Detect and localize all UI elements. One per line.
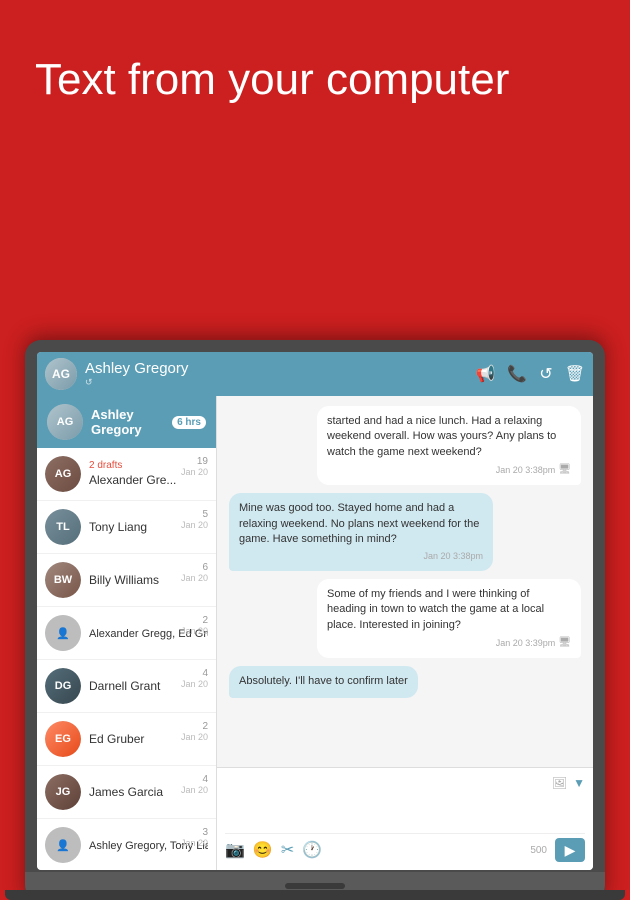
- conv-avatar: DG: [45, 668, 81, 704]
- conversation-item[interactable]: TL Tony Liang 5 Jan 20: [37, 501, 216, 554]
- chat-area: started and had a nice lunch. Had a rela…: [217, 396, 593, 870]
- conv-date: Jan 20: [181, 732, 208, 742]
- conv-meta: 2 Jan 20: [181, 721, 208, 742]
- conv-avatar: EG: [45, 721, 81, 757]
- hero-title: Text from your computer: [35, 55, 595, 106]
- header-name-wrap: Ashley Gregory ↺: [85, 360, 475, 388]
- conversation-item[interactable]: 👤 Alexander Gregg, Ed Gruber 2 Jan 20: [37, 607, 216, 660]
- laptop-mockup: AG Ashley Gregory ↺ 📢 📞 ↺ 🗑: [0, 320, 630, 900]
- attach-row: 🖼 ▼: [225, 776, 585, 794]
- conv-count: 19: [181, 456, 208, 467]
- conversation-item[interactable]: EG Ed Gruber 2 Jan 20: [37, 713, 216, 766]
- app-body: AG Ashley Gregory 6 hrs AG: [37, 396, 593, 870]
- conv-avatar: 👤: [45, 827, 81, 863]
- message-text: Some of my friends and I were thinking o…: [327, 588, 544, 631]
- speaker-icon[interactable]: 📢: [475, 364, 495, 384]
- conversation-item[interactable]: 👤 Ashley Gregory, Tony Liang 3 Jan 20: [37, 819, 216, 870]
- chat-header: AG Ashley Gregory ↺ 📢 📞 ↺ 🗑: [37, 352, 593, 396]
- refresh-icon[interactable]: ↺: [539, 364, 552, 384]
- conv-name: Ed Gruber: [89, 732, 144, 746]
- conv-count: 3: [181, 827, 208, 838]
- conv-meta: 4 Jan 20: [181, 774, 208, 795]
- conv-date: Jan 20: [181, 626, 208, 636]
- laptop-base: [5, 890, 625, 900]
- char-count: 500: [530, 845, 547, 856]
- conv-date: Jan 20: [181, 785, 208, 795]
- header-contact-name: Ashley Gregory: [85, 360, 475, 377]
- message-text: Absolutely. I'll have to confirm later: [239, 675, 408, 687]
- conversations-sidebar: AG Ashley Gregory 6 hrs AG: [37, 396, 217, 870]
- emoji-icon[interactable]: 😊: [253, 840, 273, 860]
- conv-date: Jan 20: [181, 467, 208, 477]
- active-conversation-header[interactable]: AG Ashley Gregory 6 hrs: [37, 396, 216, 448]
- conv-date: Jan 20: [181, 520, 208, 530]
- conv-meta: 19 Jan 20: [181, 456, 208, 477]
- conv-name: Tony Liang: [89, 520, 147, 534]
- conv-meta: 3 Jan 20: [181, 827, 208, 848]
- typing-icons: 📷 😊 ✂ 🕐: [225, 840, 322, 860]
- conv-meta: 6 Jan 20: [181, 562, 208, 583]
- message-time: Jan 20 3:38pm: [239, 550, 483, 563]
- conv-avatar: JG: [45, 774, 81, 810]
- conv-name: Alexander Gre...: [89, 473, 176, 487]
- message-bubble: Absolutely. I'll have to confirm later: [229, 666, 418, 697]
- conversation-item[interactable]: BW Billy Williams 6 Jan 20: [37, 554, 216, 607]
- conversation-item[interactable]: DG Darnell Grant 4 Jan 20: [37, 660, 216, 713]
- active-name: Ashley Gregory: [91, 407, 164, 437]
- conv-name: Billy Williams: [89, 573, 159, 587]
- conv-name: James Garcia: [89, 785, 163, 799]
- message-time: Jan 20 3:38pm 🖥: [327, 463, 571, 477]
- message-input[interactable]: [225, 794, 585, 824]
- active-avatar: AG: [47, 404, 83, 440]
- conv-meta: 4 Jan 20: [181, 668, 208, 689]
- conv-avatar: BW: [45, 562, 81, 598]
- conv-date: Jan 20: [181, 679, 208, 689]
- typing-area: 🖼 ▼ 📷 😊 ✂ 🕐: [217, 767, 593, 870]
- conv-meta: 2 Jan 20: [181, 615, 208, 636]
- dropdown-attach-icon[interactable]: ▼: [573, 776, 585, 790]
- clock-icon[interactable]: 🕐: [302, 840, 322, 860]
- active-badge: 6 hrs: [172, 416, 206, 429]
- image-attach-icon[interactable]: 🖼: [552, 776, 567, 790]
- send-row: 500 ▶: [530, 838, 585, 862]
- laptop-notch: [285, 883, 345, 889]
- conv-count: 6: [181, 562, 208, 573]
- conv-avatar: TL: [45, 509, 81, 545]
- message-text: started and had a nice lunch. Had a rela…: [327, 415, 556, 458]
- conv-count: 4: [181, 774, 208, 785]
- camera-icon[interactable]: 📷: [225, 840, 245, 860]
- scissors-icon[interactable]: ✂: [281, 840, 294, 860]
- call-icon[interactable]: 📞: [507, 364, 527, 384]
- laptop-body: AG Ashley Gregory ↺ 📢 📞 ↺ 🗑: [25, 340, 605, 900]
- conv-date: Jan 20: [181, 573, 208, 583]
- typing-toolbar: 📷 😊 ✂ 🕐 500 ▶: [225, 838, 585, 862]
- header-icons: 📢 📞 ↺ 🗑: [475, 364, 585, 384]
- conversation-item[interactable]: AG 2 drafts Alexander Gre... 19 Jan 20: [37, 448, 216, 501]
- conv-avatar: AG: [45, 456, 81, 492]
- conversation-item[interactable]: JG James Garcia 4 Jan 20: [37, 766, 216, 819]
- conv-count: 2: [181, 615, 208, 626]
- laptop-screen: AG Ashley Gregory ↺ 📢 📞 ↺ 🗑: [37, 352, 593, 870]
- conv-count: 5: [181, 509, 208, 520]
- send-button[interactable]: ▶: [555, 838, 585, 862]
- header-avatar: AG: [45, 358, 77, 390]
- conv-meta: 5 Jan 20: [181, 509, 208, 530]
- conversation-list: AG 2 drafts Alexander Gre... 19 Jan 20: [37, 448, 216, 870]
- conv-name: Darnell Grant: [89, 679, 160, 693]
- hero-section: Text from your computer: [0, 0, 630, 136]
- message-bubble: Mine was good too. Stayed home and had a…: [229, 493, 493, 571]
- conv-count: 2: [181, 721, 208, 732]
- message-text: Mine was good too. Stayed home and had a…: [239, 502, 479, 545]
- header-sub: ↺: [85, 377, 475, 388]
- delete-icon[interactable]: 🗑: [565, 364, 585, 384]
- message-bubble: started and had a nice lunch. Had a rela…: [317, 406, 581, 485]
- conv-avatar: 👤: [45, 615, 81, 651]
- divider: [225, 833, 585, 834]
- message-bubble: Some of my friends and I were thinking o…: [317, 579, 581, 658]
- conv-count: 4: [181, 668, 208, 679]
- app-container: AG Ashley Gregory ↺ 📢 📞 ↺ 🗑: [37, 352, 593, 870]
- chat-messages: started and had a nice lunch. Had a rela…: [217, 396, 593, 767]
- conv-date: Jan 20: [181, 838, 208, 848]
- message-time: Jan 20 3:39pm 🖥: [327, 636, 571, 650]
